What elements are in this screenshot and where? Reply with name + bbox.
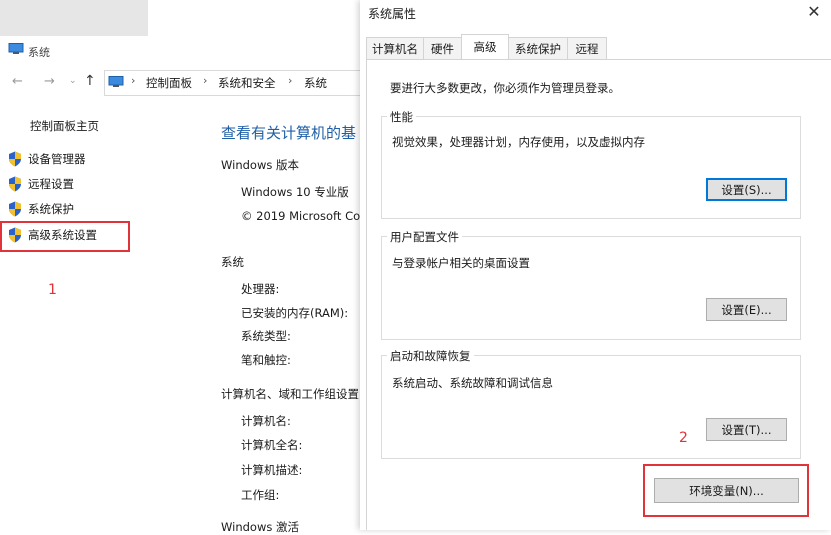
tab-remote[interactable]: 远程 bbox=[567, 37, 607, 59]
breadcrumb-system[interactable]: 系统 bbox=[304, 75, 327, 91]
system-row-label: 处理器: bbox=[241, 282, 280, 296]
section-title-computer-name: 计算机名、域和工作组设置 bbox=[221, 387, 359, 401]
performance-settings-button[interactable]: 设置(S)... bbox=[706, 178, 787, 201]
tab-advanced[interactable]: 高级 bbox=[461, 34, 509, 59]
recent-locations-icon[interactable]: ⌄ bbox=[69, 76, 77, 86]
sidebar-item-device-manager[interactable]: 设备管理器 bbox=[8, 150, 86, 168]
breadcrumb-separator[interactable]: › bbox=[288, 74, 292, 87]
group-description: 系统启动、系统故障和调试信息 bbox=[392, 376, 553, 390]
group-title-startup-recovery: 启动和故障恢复 bbox=[387, 348, 474, 364]
section-title-system: 系统 bbox=[221, 255, 244, 269]
copyright-text: © 2019 Microsoft Co bbox=[241, 209, 361, 223]
dialog-title: 系统属性 bbox=[368, 7, 417, 21]
system-row-label: 笔和触控: bbox=[241, 353, 291, 367]
breadcrumb-control-panel[interactable]: 控制面板 bbox=[146, 75, 192, 91]
shield-icon bbox=[9, 201, 21, 217]
shield-icon bbox=[9, 151, 21, 167]
tab-system-protection[interactable]: 系统保护 bbox=[508, 37, 568, 59]
admin-notice: 要进行大多数更改，你必须作为管理员登录。 bbox=[390, 81, 620, 95]
computer-icon bbox=[8, 43, 24, 54]
group-description: 与登录帐户相关的桌面设置 bbox=[392, 256, 530, 270]
breadcrumb-separator[interactable]: › bbox=[131, 74, 135, 87]
annotation-number: 2 bbox=[679, 430, 688, 446]
breadcrumb-system-security[interactable]: 系统和安全 bbox=[218, 75, 276, 91]
sidebar-item-label: 系统保护 bbox=[28, 202, 74, 216]
shield-icon bbox=[9, 176, 21, 192]
group-title-performance: 性能 bbox=[387, 109, 416, 125]
control-panel-home-link[interactable]: 控制面板主页 bbox=[30, 118, 99, 134]
startup-recovery-group bbox=[381, 355, 801, 459]
taskbar-strip bbox=[0, 0, 148, 36]
tab-hardware[interactable]: 硬件 bbox=[423, 37, 462, 59]
group-title-user-profiles: 用户配置文件 bbox=[387, 229, 462, 245]
computer-row-label: 计算机全名: bbox=[241, 438, 303, 452]
computer-row-label: 计算机描述: bbox=[241, 463, 303, 477]
performance-group bbox=[381, 116, 801, 219]
startup-recovery-settings-button[interactable]: 设置(T)... bbox=[706, 418, 787, 441]
breadcrumb-separator[interactable]: › bbox=[203, 74, 207, 87]
computer-icon bbox=[108, 76, 124, 87]
user-profiles-group bbox=[381, 236, 801, 340]
close-icon[interactable]: ✕ bbox=[804, 2, 824, 21]
up-arrow-icon[interactable]: ↑ bbox=[84, 73, 96, 89]
window-title: 系统 bbox=[28, 46, 50, 59]
computer-row-label: 工作组: bbox=[241, 488, 280, 502]
annotation-highlight-box bbox=[0, 221, 130, 252]
windows-edition-value: Windows 10 专业版 bbox=[241, 185, 349, 199]
tab-strip: 计算机名 硬件 高级 系统保护 远程 bbox=[366, 34, 607, 59]
forward-arrow-icon[interactable]: → bbox=[44, 74, 55, 89]
sidebar-item-system-protection[interactable]: 系统保护 bbox=[8, 200, 74, 218]
group-description: 视觉效果，处理器计划，内存使用，以及虚拟内存 bbox=[392, 135, 645, 149]
system-row-label: 已安装的内存(RAM): bbox=[241, 306, 349, 320]
sidebar-item-remote-settings[interactable]: 远程设置 bbox=[8, 175, 74, 193]
computer-row-label: 计算机名: bbox=[241, 414, 291, 428]
user-profiles-settings-button[interactable]: 设置(E)... bbox=[706, 298, 787, 321]
section-title-windows-edition: Windows 版本 bbox=[221, 158, 299, 172]
section-title-activation: Windows 激活 bbox=[221, 520, 299, 534]
system-row-label: 系统类型: bbox=[241, 329, 291, 343]
tab-computer-name[interactable]: 计算机名 bbox=[366, 37, 424, 59]
annotation-number: 1 bbox=[48, 282, 57, 298]
sidebar-item-label: 远程设置 bbox=[28, 177, 74, 191]
environment-variables-button[interactable]: 环境变量(N)... bbox=[654, 478, 799, 503]
sidebar-item-label: 设备管理器 bbox=[28, 152, 86, 166]
back-arrow-icon[interactable]: ← bbox=[12, 74, 23, 89]
page-title: 查看有关计算机的基 bbox=[221, 124, 357, 142]
